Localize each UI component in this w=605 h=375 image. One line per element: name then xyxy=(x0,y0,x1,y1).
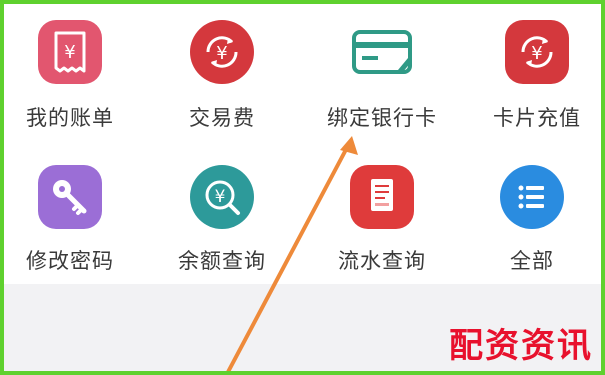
watermark-logo: 配资资讯 xyxy=(449,326,593,366)
